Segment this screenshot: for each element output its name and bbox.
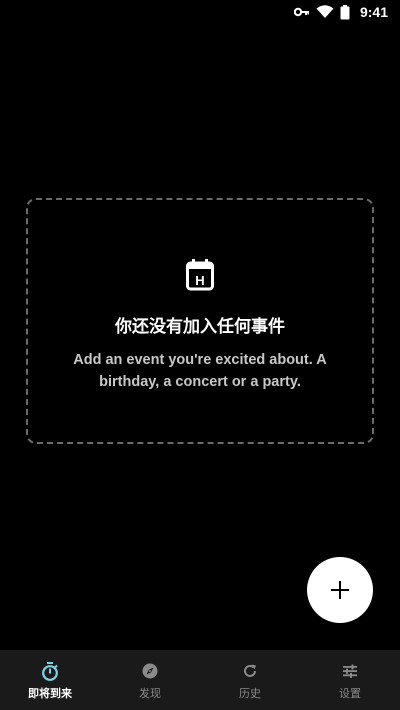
history-icon	[242, 662, 258, 680]
bottom-nav: 即将到来 发现 历史 设置	[0, 650, 400, 710]
nav-label-upcoming: 即将到来	[28, 687, 72, 700]
nav-item-discover[interactable]: 发现	[100, 650, 200, 710]
wifi-icon	[316, 5, 334, 19]
timer-icon	[41, 661, 59, 681]
empty-state-description: Add an event you're excited about. A bir…	[73, 352, 327, 390]
compass-icon	[142, 662, 158, 680]
calendar-letter: H	[195, 273, 204, 288]
calendar-holiday-icon: H	[185, 258, 215, 292]
battery-icon	[340, 4, 350, 20]
status-time: 9:41	[359, 4, 388, 20]
plus-icon	[330, 580, 350, 600]
nav-label-history: 历史	[239, 687, 261, 700]
nav-label-settings: 设置	[339, 687, 361, 700]
empty-state-title: 你还没有加入任何事件	[115, 317, 285, 337]
nav-item-history[interactable]: 历史	[200, 650, 300, 710]
nav-item-settings[interactable]: 设置	[300, 650, 400, 710]
sliders-icon	[342, 662, 358, 680]
status-bar: 9:41	[0, 0, 400, 24]
nav-item-upcoming[interactable]: 即将到来	[0, 650, 100, 710]
nav-label-discover: 发现	[139, 687, 161, 700]
empty-state-card: H 你还没有加入任何事件 Add an event you're excited…	[26, 198, 374, 444]
key-icon	[293, 7, 310, 17]
add-event-button[interactable]	[307, 557, 373, 623]
